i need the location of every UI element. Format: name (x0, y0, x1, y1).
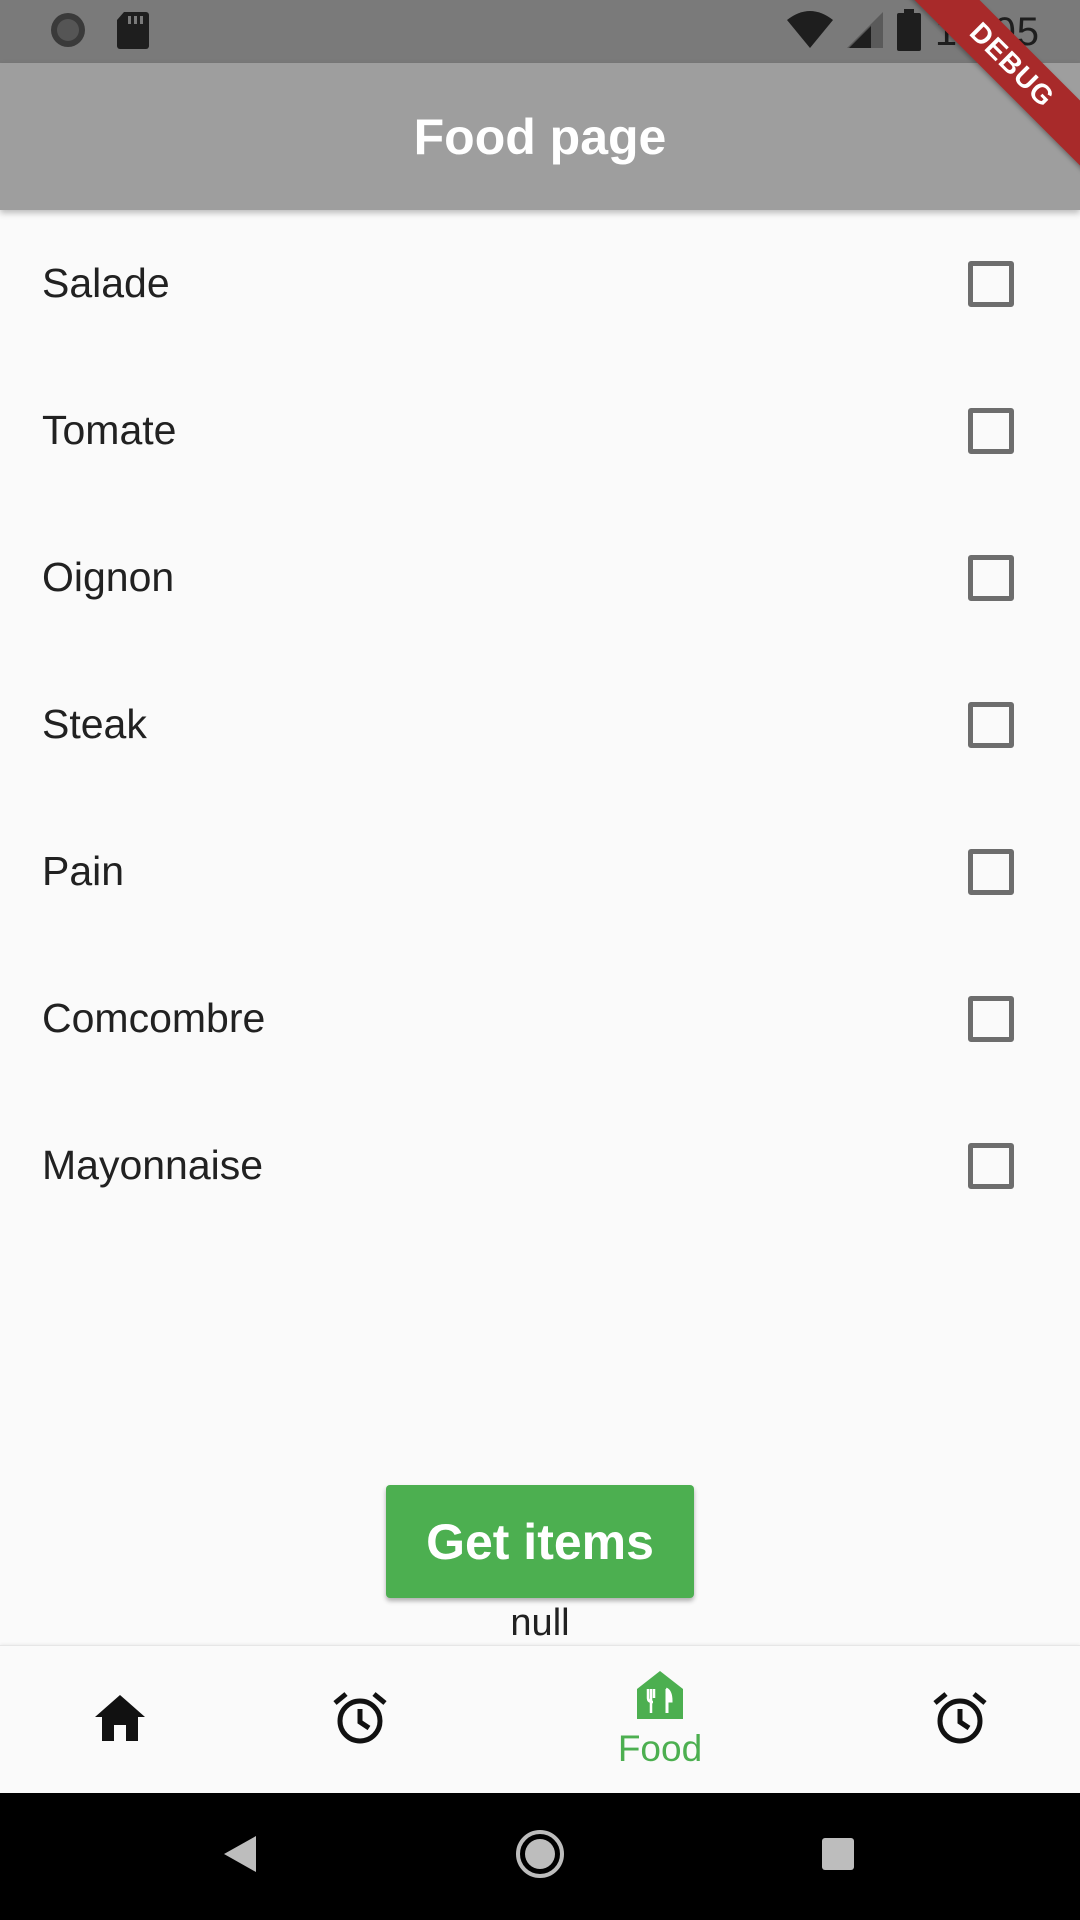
alarm-icon (332, 1690, 388, 1751)
checkbox[interactable] (968, 260, 1014, 307)
list-item-comcombre[interactable]: Comcombre (0, 945, 1080, 1092)
nav-item-home[interactable] (0, 1646, 240, 1794)
list-item-label: Pain (42, 848, 125, 894)
back-button[interactable] (180, 1793, 300, 1920)
battery-icon (896, 8, 921, 56)
checkbox[interactable] (968, 995, 1014, 1042)
checkbox[interactable] (968, 848, 1014, 895)
alarm-icon (932, 1690, 988, 1751)
nav-item-alarm-1[interactable] (240, 1646, 480, 1794)
screen: 12:05 DEBUG Food page Salade Tomate Oign… (0, 0, 1080, 1920)
list-item-salade[interactable]: Salade (0, 210, 1080, 357)
status-bar: 12:05 (0, 0, 1080, 63)
list-item-oignon[interactable]: Oignon (0, 504, 1080, 651)
wifi-icon (786, 10, 833, 55)
signal-icon (846, 10, 883, 55)
list-item-pain[interactable]: Pain (0, 798, 1080, 945)
bottom-nav: Food (0, 1645, 1080, 1793)
app-bar: Food page (0, 63, 1080, 210)
nav-item-food[interactable]: Food (540, 1646, 780, 1794)
list-item-label: Tomate (42, 407, 177, 453)
home-button[interactable] (480, 1793, 600, 1920)
result-text: null (510, 1602, 570, 1644)
get-items-button[interactable]: Get items (386, 1485, 694, 1598)
home-icon (93, 1693, 147, 1748)
list-item-mayonnaise[interactable]: Mayonnaise (0, 1092, 1080, 1239)
recents-button[interactable] (778, 1793, 898, 1920)
list-item-label: Comcombre (42, 995, 266, 1041)
checkbox[interactable] (968, 407, 1014, 454)
checkbox[interactable] (968, 1142, 1014, 1189)
page-title: Food page (413, 108, 667, 165)
checkbox[interactable] (968, 701, 1014, 748)
sd-card-icon (116, 10, 150, 55)
list-item-steak[interactable]: Steak (0, 651, 1080, 798)
sync-icon (48, 10, 88, 55)
system-nav-bar (0, 1793, 1080, 1920)
home-circle-icon (515, 1829, 565, 1884)
nav-item-label: Food (617, 1727, 703, 1769)
list-item-tomate[interactable]: Tomate (0, 357, 1080, 504)
back-icon (222, 1834, 258, 1879)
restaurant-icon (637, 1670, 683, 1724)
recents-icon (821, 1837, 855, 1876)
checkbox[interactable] (968, 554, 1014, 601)
list-item-label: Steak (42, 701, 147, 747)
list-item-label: Mayonnaise (42, 1142, 264, 1188)
list-item-label: Oignon (42, 554, 175, 600)
food-list: Salade Tomate Oignon Steak Pain Comcombr… (0, 210, 1080, 1239)
nav-item-alarm-2[interactable] (840, 1646, 1080, 1794)
list-item-label: Salade (42, 260, 170, 306)
